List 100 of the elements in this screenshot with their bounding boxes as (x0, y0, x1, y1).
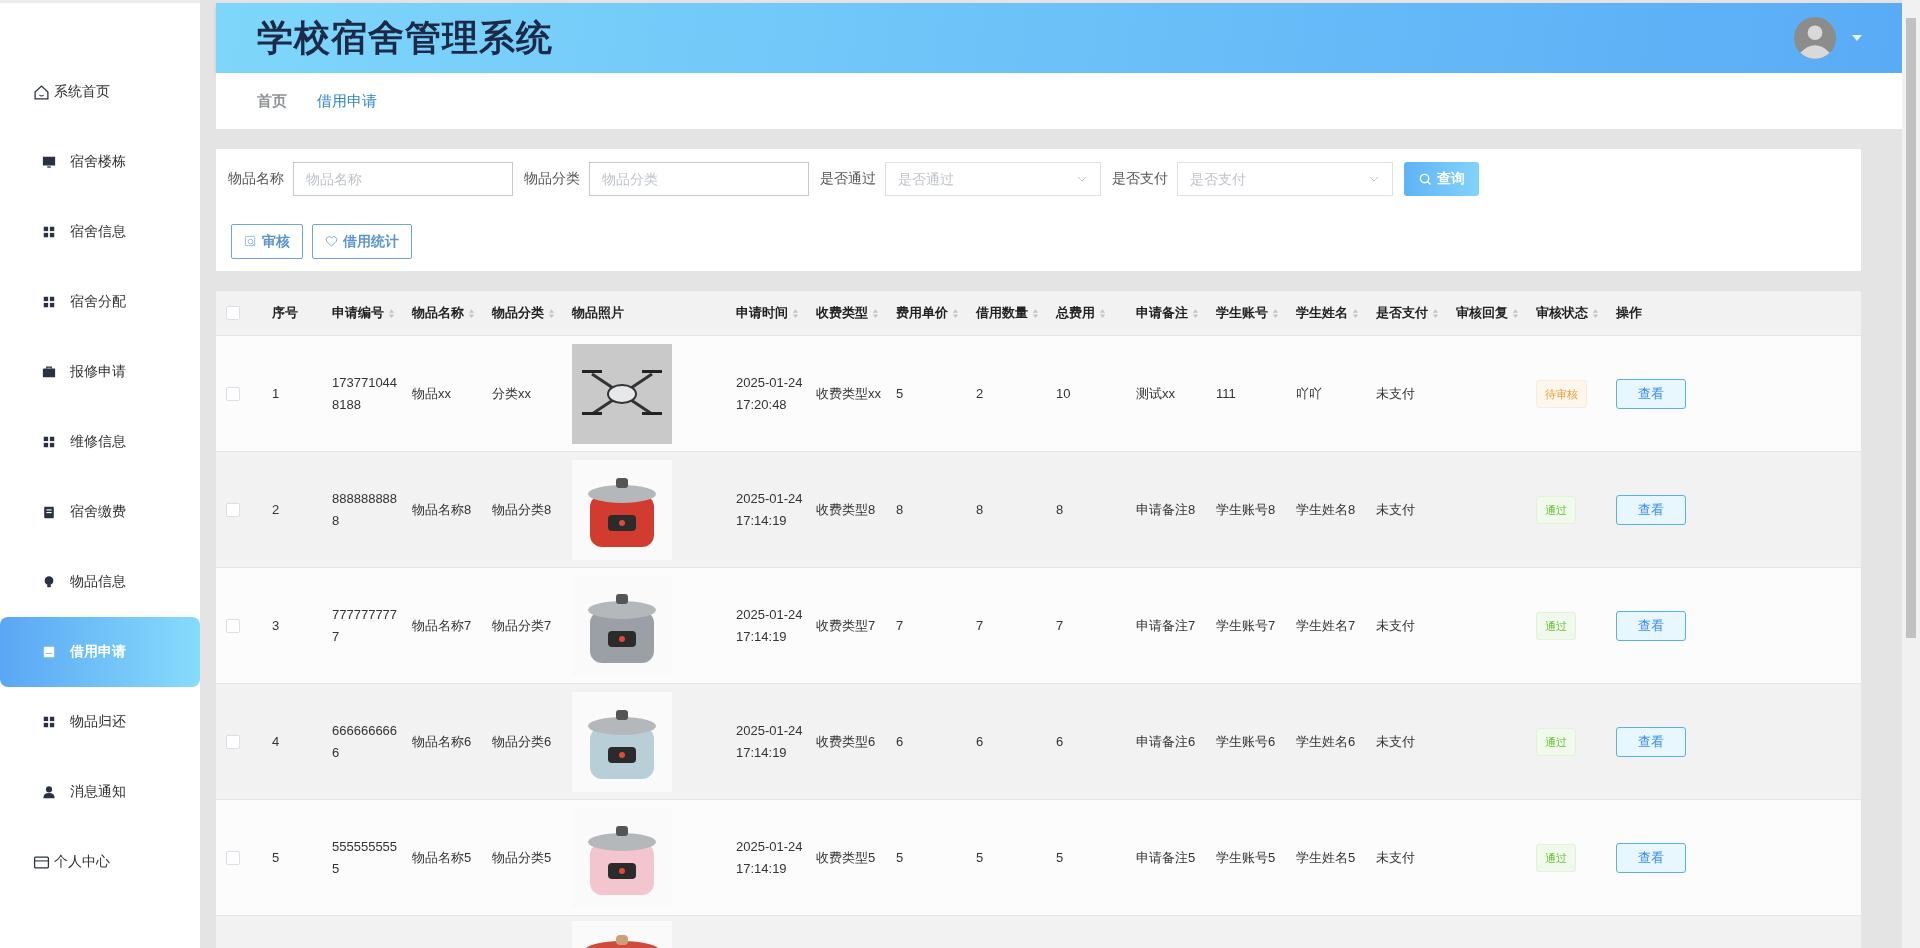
table-cell-text: 8 (976, 500, 984, 519)
table-cell-text: 学生账号7 (1216, 616, 1276, 635)
sort-icon[interactable] (388, 307, 395, 319)
briefcase-icon (42, 365, 56, 379)
scrollbar-thumb[interactable] (1906, 18, 1916, 638)
row-checkbox[interactable] (226, 618, 240, 633)
input-field[interactable]: 物品名称 (293, 162, 513, 196)
sort-icon[interactable] (1032, 307, 1039, 319)
sort-icon[interactable] (1432, 307, 1439, 319)
column-header[interactable]: 申请时间 (736, 304, 799, 322)
table-cell-text: 物品xx (412, 384, 451, 403)
column-header[interactable]: 物品名称 (412, 304, 475, 322)
table-cell-text: 学生姓名7 (1296, 616, 1356, 635)
table-cell-text: 111 (1216, 384, 1236, 403)
column-header[interactable]: 申请备注 (1136, 304, 1199, 322)
breadcrumb-link[interactable]: 借用申请 (317, 91, 377, 111)
sort-icon[interactable] (468, 307, 475, 319)
clipboard-icon (42, 505, 56, 519)
table-cell-text: 6666666666 (332, 721, 399, 762)
select-field[interactable]: 是否通过 (885, 162, 1101, 196)
sidebar-item[interactable]: 宿舍信息 (0, 197, 200, 267)
table-cell-text: 2025-01-24 17:14:19 (736, 837, 804, 878)
status-tag: 待审核 (1536, 379, 1587, 408)
sidebar-item[interactable]: 维修信息 (0, 407, 200, 477)
heart-icon (325, 235, 338, 248)
sidebar-item[interactable]: 物品信息 (0, 547, 200, 617)
table-cell-text: 申请备注5 (1136, 848, 1196, 867)
search-icon (1418, 172, 1432, 186)
filter-label: 是否支付 (1112, 170, 1168, 188)
table-cell-text: 5 (896, 384, 904, 403)
sidebar-item[interactable]: 系统首页 (0, 57, 200, 127)
sort-icon[interactable] (792, 307, 799, 319)
status-tag: 通过 (1536, 611, 1576, 640)
column-header[interactable]: 申请编号 (332, 304, 395, 322)
select-all-checkbox[interactable] (226, 306, 240, 320)
table-cell-text: 6 (896, 732, 904, 751)
table-cell-text: 未支付 (1376, 848, 1415, 867)
row-checkbox[interactable] (226, 502, 240, 517)
table-cell-text: 5 (1056, 848, 1064, 867)
table-cell-text: 1 (272, 384, 280, 403)
sidebar-item[interactable]: 宿舍缴费 (0, 477, 200, 547)
table-cell-text: 物品分类5 (492, 848, 552, 867)
table-cell-text: 申请备注6 (1136, 732, 1196, 751)
sort-icon[interactable] (872, 307, 879, 319)
sort-icon[interactable] (1099, 307, 1106, 319)
table-cell-text: 收费类型xx (816, 384, 881, 403)
table-cell-text: 7 (896, 616, 904, 635)
table-cell-text: 物品分类8 (492, 500, 552, 519)
sidebar-item[interactable]: 消息通知 (0, 757, 200, 827)
column-header[interactable]: 收费类型 (816, 304, 879, 322)
sidebar-item[interactable]: 物品归还 (0, 687, 200, 757)
sidebar-item[interactable]: 报修申请 (0, 337, 200, 407)
chevron-icon[interactable] (1369, 176, 1379, 182)
sort-icon[interactable] (1352, 307, 1359, 319)
chevron-icon[interactable] (1077, 176, 1087, 182)
table-cell-text: 物品分类7 (492, 616, 552, 635)
column-header[interactable]: 费用单价 (896, 304, 959, 322)
sort-icon[interactable] (1272, 307, 1279, 319)
column-header: 操作 (1616, 304, 1642, 322)
column-header[interactable]: 总费用 (1056, 304, 1106, 322)
table-cell-text: 申请备注8 (1136, 500, 1196, 519)
sort-icon[interactable] (548, 307, 555, 319)
column-header[interactable]: 学生账号 (1216, 304, 1279, 322)
table-cell-text: 学生账号8 (1216, 500, 1276, 519)
sort-icon[interactable] (952, 307, 959, 319)
sort-icon[interactable] (1512, 307, 1519, 319)
column-header[interactable]: 借用数量 (976, 304, 1039, 322)
filter-label: 是否通过 (820, 170, 876, 188)
row-checkbox[interactable] (226, 734, 240, 749)
row-checkbox[interactable] (226, 850, 240, 865)
grid-icon (42, 715, 56, 729)
table-cell-text: 物品名称8 (412, 500, 472, 519)
document-icon (42, 645, 56, 659)
avatar-icon[interactable] (1794, 17, 1836, 59)
input-field[interactable]: 物品分类 (589, 162, 809, 196)
table-cell-text: 学生姓名8 (1296, 500, 1356, 519)
table-cell-text: 测试xx (1136, 384, 1175, 403)
select-field[interactable]: 是否支付 (1177, 162, 1393, 196)
column-header[interactable]: 是否支付 (1376, 304, 1439, 322)
caret-icon[interactable] (1852, 35, 1862, 41)
sidebar-item[interactable]: 宿舍楼栋 (0, 127, 200, 197)
table-cell-text: 未支付 (1376, 616, 1415, 635)
table-cell-text: 5 (272, 848, 280, 867)
column-header[interactable]: 物品分类 (492, 304, 555, 322)
sort-icon[interactable] (1192, 307, 1199, 319)
table-cell-text: 7777777777 (332, 605, 399, 646)
column-header[interactable]: 学生姓名 (1296, 304, 1359, 322)
table-cell-text: 学生姓名6 (1296, 732, 1356, 751)
table-cell-text: 物品名称7 (412, 616, 472, 635)
sidebar-item[interactable]: 宿舍分配 (0, 267, 200, 337)
table-cell-text: 7 (1056, 616, 1064, 635)
table-cell-text: 2025-01-24 17:14:19 (736, 721, 804, 762)
column-header[interactable]: 审核状态 (1536, 304, 1599, 322)
sidebar-item[interactable]: 个人中心 (0, 827, 200, 897)
table-cell-text: 2025-01-24 17:20:48 (736, 373, 804, 414)
sort-icon[interactable] (1592, 307, 1599, 319)
row-checkbox[interactable] (226, 386, 240, 401)
column-header[interactable]: 审核回复 (1456, 304, 1519, 322)
table-cell-text: 2 (976, 384, 984, 403)
table-cell-text: 收费类型8 (816, 500, 876, 519)
